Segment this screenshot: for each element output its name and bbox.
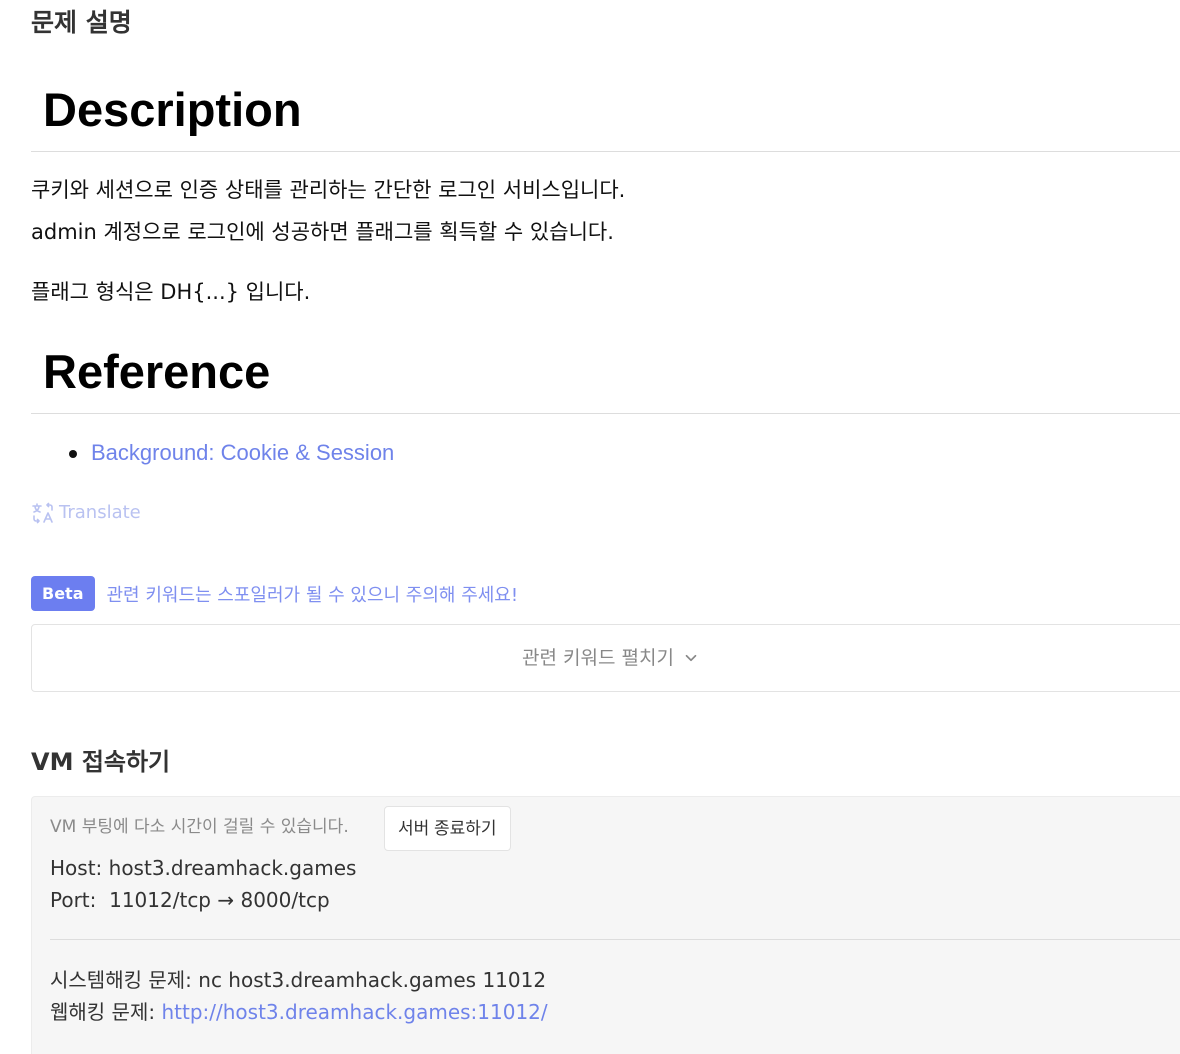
- host-value: host3.dreamhack.games: [108, 856, 357, 880]
- keyword-expand-toggle[interactable]: 관련 키워드 펼치기: [522, 645, 700, 671]
- keyword-warning-row: Beta 관련 키워드는 스포일러가 될 수 있으니 주의해 주세요!: [31, 576, 518, 611]
- web-hacking-link[interactable]: http://host3.dreamhack.games:11012/: [161, 1000, 547, 1024]
- reference-item: Background: Cookie & Session: [67, 438, 394, 469]
- system-hacking-command: nc host3.dreamhack.games 11012: [198, 968, 547, 992]
- keyword-expand-box[interactable]: 관련 키워드 펼치기: [31, 624, 1180, 692]
- description-line-2: admin 계정으로 로그인에 성공하면 플래그를 획득할 수 있습니다.: [31, 220, 614, 244]
- web-hacking-label: 웹해킹 문제:: [50, 1000, 156, 1024]
- web-hacking-line: 웹해킹 문제: http://host3.dreamhack.games:110…: [50, 998, 548, 1026]
- vm-section-title: VM 접속하기: [31, 748, 171, 776]
- description-line-1: 쿠키와 세션으로 인증 상태를 관리하는 간단한 로그인 서비스입니다.: [31, 178, 626, 202]
- reference-heading: Reference: [43, 345, 271, 398]
- vm-boot-note: VM 부팅에 다소 시간이 걸릴 수 있습니다.: [50, 817, 349, 837]
- description-heading: Description: [43, 83, 302, 136]
- translate-label: Translate: [59, 502, 141, 523]
- system-hacking-line: 시스템해킹 문제: nc host3.dreamhack.games 11012: [50, 966, 546, 994]
- section-title: 문제 설명: [31, 8, 132, 37]
- port-label: Port:: [50, 888, 97, 912]
- system-hacking-label: 시스템해킹 문제:: [50, 968, 192, 992]
- description-divider: [31, 151, 1180, 152]
- beta-badge: Beta: [31, 576, 95, 611]
- keyword-expand-label: 관련 키워드 펼치기: [522, 647, 674, 669]
- translate-button[interactable]: Translate: [31, 501, 141, 525]
- reference-list: Background: Cookie & Session: [67, 438, 394, 469]
- port-line: Port: 11012/tcp → 8000/tcp: [50, 886, 330, 914]
- port-value: 11012/tcp → 8000/tcp: [109, 888, 330, 912]
- challenge-page: 문제 설명 Description 쿠키와 세션으로 인증 상태를 관리하는 간…: [0, 0, 1180, 1054]
- keyword-warning: 관련 키워드는 스포일러가 될 수 있으니 주의해 주세요!: [106, 584, 519, 606]
- reference-divider: [31, 413, 1180, 414]
- host-line: Host: host3.dreamhack.games: [50, 854, 356, 882]
- stop-server-button[interactable]: 서버 종료하기: [384, 806, 511, 851]
- vm-divider: [50, 939, 1180, 940]
- chevron-down-icon: [685, 654, 697, 662]
- host-label: Host:: [50, 856, 103, 880]
- translate-icon: [32, 502, 53, 524]
- bullet-icon: [69, 450, 77, 458]
- vm-info-panel: VM 부팅에 다소 시간이 걸릴 수 있습니다. 서버 종료하기 Host: h…: [31, 796, 1180, 1054]
- description-line-3: 플래그 형식은 DH{...} 입니다.: [31, 280, 311, 304]
- reference-link-cookie-session[interactable]: Background: Cookie & Session: [91, 440, 394, 465]
